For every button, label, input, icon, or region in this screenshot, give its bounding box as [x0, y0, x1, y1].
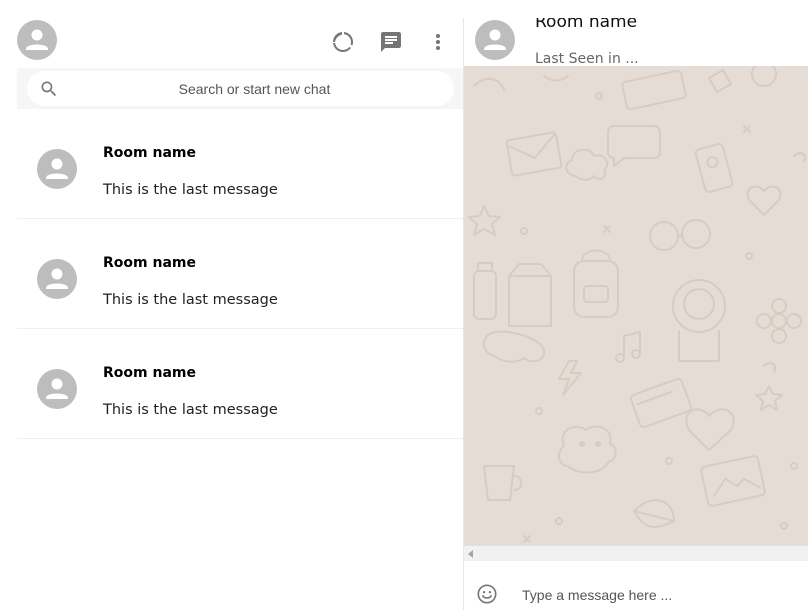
search-box — [27, 71, 454, 106]
menu-button[interactable] — [426, 30, 450, 54]
last-message: This is the last message — [103, 402, 278, 418]
chat-list-item[interactable]: Room name This is the last message — [17, 219, 463, 329]
chat-panel: Room name Last Seen in ... — [463, 18, 808, 610]
person-icon — [484, 29, 506, 50]
status-icon — [333, 32, 353, 52]
room-avatar[interactable] — [475, 20, 515, 60]
emoji-icon[interactable] — [476, 583, 498, 605]
sidebar: Room name This is the last message Room … — [17, 18, 463, 610]
last-message: This is the last message — [103, 292, 278, 308]
sidebar-header — [17, 18, 463, 66]
search-input[interactable] — [67, 71, 442, 106]
user-avatar[interactable] — [17, 20, 57, 60]
room-name: Room name — [103, 255, 196, 271]
chat-icon — [381, 32, 401, 52]
room-avatar — [37, 149, 77, 189]
person-icon — [46, 378, 68, 399]
app-window: Room name This is the last message Room … — [0, 0, 808, 610]
last-seen-status: Last Seen in ... — [535, 51, 639, 66]
chat-room-name: Room name — [535, 18, 638, 32]
last-message: This is the last message — [103, 182, 278, 198]
search-bar — [17, 68, 463, 109]
horizontal-scrollbar[interactable] — [464, 545, 808, 561]
chat-body[interactable] — [464, 66, 808, 545]
person-icon — [46, 268, 68, 289]
room-avatar — [37, 369, 77, 409]
person-icon — [26, 29, 48, 50]
room-name: Room name — [103, 365, 196, 381]
room-avatar — [37, 259, 77, 299]
wallpaper-doodle-pattern — [468, 66, 806, 543]
new-chat-button[interactable] — [379, 30, 403, 54]
chat-list: Room name This is the last message Room … — [17, 109, 463, 439]
chat-list-item[interactable]: Room name This is the last message — [17, 329, 463, 439]
status-button[interactable] — [331, 30, 355, 54]
chat-header: Room name Last Seen in ... — [464, 18, 808, 66]
message-input[interactable] — [522, 585, 792, 605]
person-icon — [46, 158, 68, 179]
chat-list-item[interactable]: Room name This is the last message — [17, 109, 463, 219]
room-name: Room name — [103, 145, 196, 161]
more-vert-icon — [436, 34, 440, 50]
message-composer — [464, 561, 808, 610]
scroll-left-arrow-icon[interactable] — [468, 550, 473, 558]
search-icon — [41, 81, 57, 97]
